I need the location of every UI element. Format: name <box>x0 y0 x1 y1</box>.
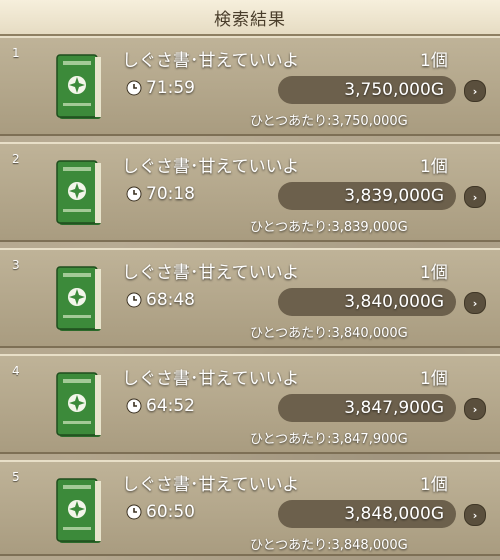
green-book-icon <box>56 478 101 543</box>
item-name: しぐさ書･甘えていいよ <box>122 157 300 177</box>
results-list: 1 しぐさ書･甘えていいよ 1個 71:59 3,750,000G › ひとつあ… <box>0 36 500 556</box>
unit-price-line: ひとつあたり:3,847,900G <box>250 428 408 447</box>
result-row[interactable]: 2 しぐさ書･甘えていいよ 1個 70:18 3,839,000G › ひとつあ… <box>0 142 500 242</box>
result-row[interactable]: 1 しぐさ書･甘えていいよ 1個 71:59 3,750,000G › ひとつあ… <box>0 36 500 136</box>
clock-icon <box>126 186 142 202</box>
result-row[interactable]: 5 しぐさ書･甘えていいよ 1個 60:50 3,848,000G › ひとつあ… <box>0 460 500 556</box>
time-text: 71:59 <box>146 78 195 98</box>
unit-price-label: ひとつあたり: <box>250 538 332 553</box>
chevron-right-icon[interactable]: › <box>464 398 486 420</box>
chevron-right-icon[interactable]: › <box>464 504 486 526</box>
chevron-right-icon[interactable]: › <box>464 186 486 208</box>
item-quantity: 1個 <box>420 51 448 71</box>
unit-price-line: ひとつあたり:3,839,000G <box>250 216 408 235</box>
unit-price-label: ひとつあたり: <box>250 220 332 235</box>
clock-icon <box>126 504 142 520</box>
green-book-icon <box>56 54 101 119</box>
result-row[interactable]: 3 しぐさ書･甘えていいよ 1個 68:48 3,840,000G › ひとつあ… <box>0 248 500 348</box>
green-book-icon <box>56 160 101 225</box>
price-pill: 3,750,000G <box>278 76 456 104</box>
result-row[interactable]: 4 しぐさ書･甘えていいよ 1個 64:52 3,847,900G › ひとつあ… <box>0 354 500 454</box>
item-name: しぐさ書･甘えていいよ <box>122 51 300 71</box>
time-remaining: 71:59 <box>126 78 195 98</box>
header-bar: 検索結果 <box>0 0 500 36</box>
rank-number: 2 <box>12 152 20 166</box>
time-remaining: 68:48 <box>126 290 195 310</box>
item-name: しぐさ書･甘えていいよ <box>122 475 300 495</box>
rank-number: 1 <box>12 46 20 60</box>
unit-price-value: 3,840,000G <box>331 326 408 341</box>
unit-price-value: 3,750,000G <box>331 114 408 129</box>
unit-price-label: ひとつあたり: <box>250 326 332 341</box>
total-price: 3,750,000G <box>344 80 444 100</box>
page-title: 検索結果 <box>214 9 286 30</box>
unit-price-line: ひとつあたり:3,848,000G <box>250 534 408 553</box>
unit-price-value: 3,848,000G <box>331 538 408 553</box>
clock-icon <box>126 292 142 308</box>
price-pill: 3,839,000G <box>278 182 456 210</box>
unit-price-value: 3,839,000G <box>331 220 408 235</box>
unit-price-value: 3,847,900G <box>331 432 408 447</box>
unit-price-label: ひとつあたり: <box>250 114 332 129</box>
clock-icon <box>126 80 142 96</box>
rank-number: 4 <box>12 364 20 378</box>
unit-price-label: ひとつあたり: <box>250 432 332 447</box>
price-pill: 3,840,000G <box>278 288 456 316</box>
total-price: 3,840,000G <box>344 292 444 312</box>
rank-number: 5 <box>12 470 20 484</box>
total-price: 3,847,900G <box>344 398 444 418</box>
total-price: 3,839,000G <box>344 186 444 206</box>
total-price: 3,848,000G <box>344 504 444 524</box>
time-text: 60:50 <box>146 502 195 522</box>
item-quantity: 1個 <box>420 475 448 495</box>
item-name: しぐさ書･甘えていいよ <box>122 263 300 283</box>
price-pill: 3,847,900G <box>278 394 456 422</box>
time-text: 70:18 <box>146 184 195 204</box>
item-quantity: 1個 <box>420 369 448 389</box>
chevron-right-icon[interactable]: › <box>464 80 486 102</box>
time-text: 64:52 <box>146 396 195 416</box>
search-results-screen: 検索結果 1 しぐさ書･甘えていいよ 1個 71:59 3,750,000G ›… <box>0 0 500 560</box>
time-remaining: 64:52 <box>126 396 195 416</box>
unit-price-line: ひとつあたり:3,840,000G <box>250 322 408 341</box>
price-pill: 3,848,000G <box>278 500 456 528</box>
time-remaining: 60:50 <box>126 502 195 522</box>
item-quantity: 1個 <box>420 263 448 283</box>
green-book-icon <box>56 266 101 331</box>
unit-price-line: ひとつあたり:3,750,000G <box>250 110 408 129</box>
rank-number: 3 <box>12 258 20 272</box>
green-book-icon <box>56 372 101 437</box>
clock-icon <box>126 398 142 414</box>
time-remaining: 70:18 <box>126 184 195 204</box>
time-text: 68:48 <box>146 290 195 310</box>
chevron-right-icon[interactable]: › <box>464 292 486 314</box>
item-name: しぐさ書･甘えていいよ <box>122 369 300 389</box>
item-quantity: 1個 <box>420 157 448 177</box>
